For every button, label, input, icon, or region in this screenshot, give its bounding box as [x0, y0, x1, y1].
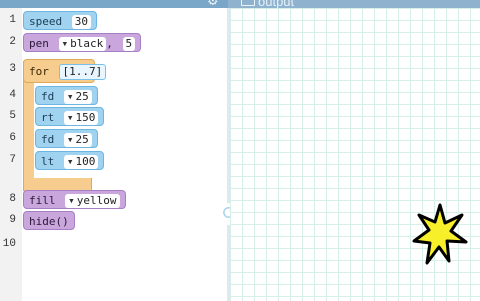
line-number: 1	[9, 14, 16, 26]
line-number: 5	[9, 110, 16, 122]
block-keyword: for	[29, 65, 49, 78]
speed-block[interactable]: speed 30	[23, 11, 97, 30]
line-number: 10	[2, 238, 16, 250]
window-icon	[241, 0, 255, 6]
block-keyword: rt	[41, 111, 55, 124]
pen-color-dropdown[interactable]: black	[58, 37, 107, 51]
line-number: 9	[9, 214, 16, 226]
for-range[interactable]: [1..7]	[58, 64, 107, 80]
speed-value[interactable]: 30	[71, 15, 91, 29]
top-bar: ⚙ output	[0, 0, 480, 9]
hide-block[interactable]: hide()	[23, 211, 75, 230]
line-number: 3	[9, 63, 16, 75]
fd-block[interactable]: fd 25	[35, 129, 98, 148]
block-keyword: hide()	[29, 215, 69, 228]
lt-value[interactable]: 100	[63, 155, 99, 169]
block-keyword: lt	[41, 155, 55, 168]
line-number: 6	[9, 132, 16, 144]
fd-block[interactable]: fd 25	[35, 86, 98, 105]
rt-value[interactable]: 150	[63, 111, 99, 125]
star-drawing	[412, 203, 468, 265]
block-keyword: pen	[29, 37, 49, 50]
fill-block[interactable]: fill yellow	[23, 190, 126, 209]
comma-separator: ,	[106, 37, 113, 50]
star-shape	[412, 203, 468, 265]
block-keyword: speed	[29, 15, 63, 28]
fd-value[interactable]: 25	[63, 133, 92, 147]
block-keyword: fd	[41, 90, 55, 103]
line-gutter: 1 2 3 4 5 6 7 8 9 10	[0, 8, 22, 301]
block-keyword: fd	[41, 133, 55, 146]
rt-block[interactable]: rt 150	[35, 107, 105, 126]
for-block[interactable]: for [1..7]	[23, 59, 107, 83]
block-editor[interactable]: 1 2 3 4 5 6 7 8 9 10 speed 30 pen black,…	[0, 8, 227, 301]
pen-width-value[interactable]: 5	[122, 37, 136, 51]
line-number: 7	[9, 154, 16, 166]
code-tab[interactable]	[0, 0, 228, 8]
fill-color-dropdown[interactable]: yellow	[65, 194, 120, 208]
fd-value[interactable]: 25	[63, 90, 92, 104]
block-keyword: fill	[29, 194, 56, 207]
line-number: 4	[9, 89, 16, 101]
lt-block[interactable]: lt 100	[35, 151, 105, 170]
line-number: 8	[9, 193, 16, 205]
line-number: 2	[9, 36, 16, 48]
pen-block[interactable]: pen black, 5	[23, 33, 142, 52]
